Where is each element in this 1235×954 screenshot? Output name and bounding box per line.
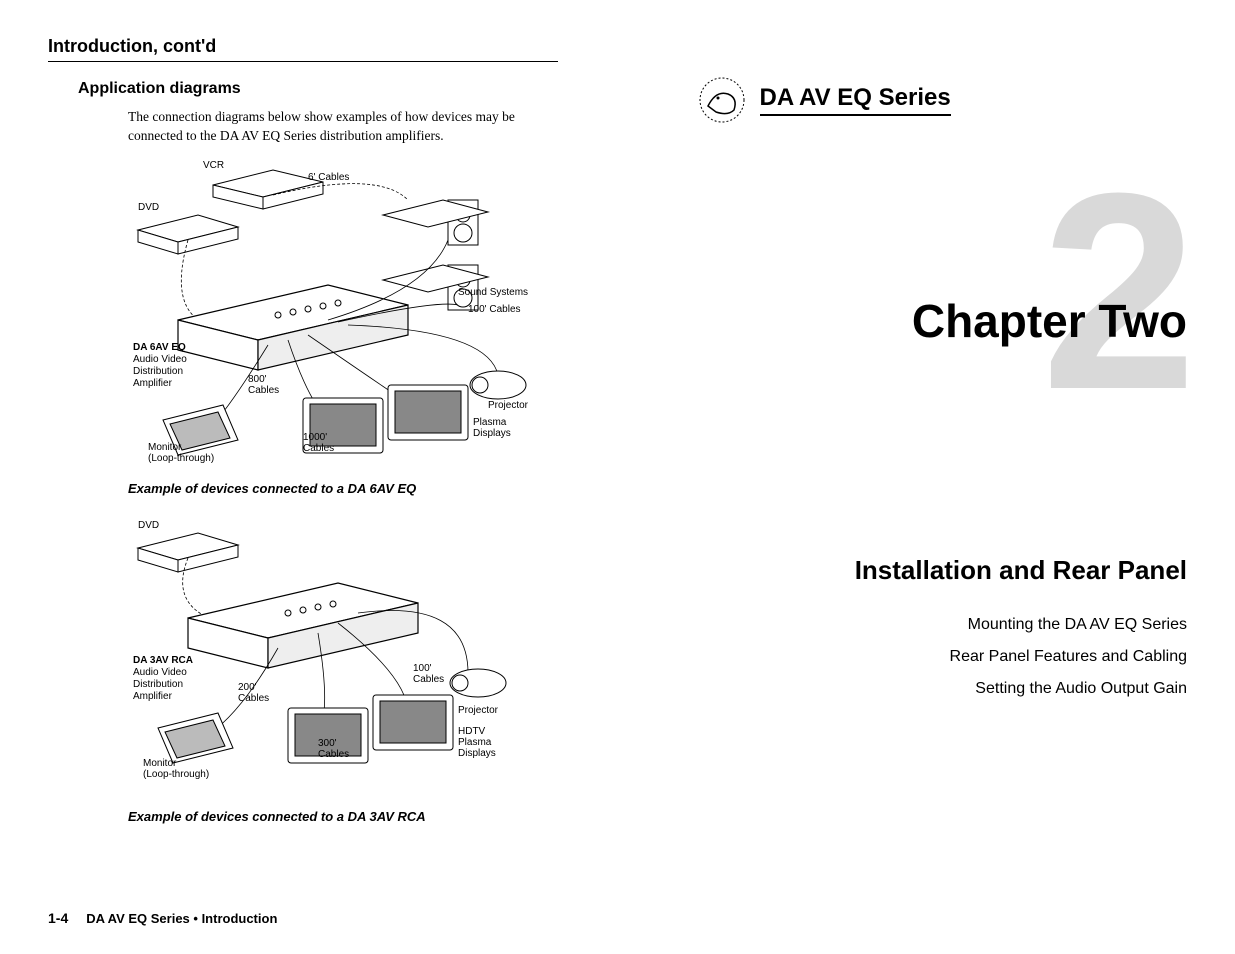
label-monitor1: Monitor: [148, 442, 182, 453]
label-da3av-l3: Amplifier: [133, 691, 173, 702]
label-projector2: Projector: [458, 705, 499, 716]
label-da6av-l2: Distribution: [133, 366, 183, 377]
label-da3av-l2: Distribution: [133, 679, 183, 690]
label-projector: Projector: [488, 400, 529, 411]
label-800-1: 800': [248, 374, 267, 385]
left-column: Application diagrams The connection diag…: [48, 80, 558, 824]
label-plasma2: Displays: [473, 428, 511, 439]
label-1000-2: Cables: [303, 443, 334, 454]
diagram-da3av: DVD DA 3AV RCA Audio Video Distribution …: [78, 518, 548, 803]
label-da3av-l1: Audio Video: [133, 667, 187, 678]
label-100-1: 100': [413, 663, 432, 674]
label-plasma2b: Displays: [458, 748, 496, 759]
caption-diagram1: Example of devices connected to a DA 6AV…: [128, 481, 548, 496]
label-hdtv: HDTV: [458, 726, 486, 737]
label-6cables: 6' Cables: [308, 172, 349, 183]
extron-logo-icon: [698, 76, 746, 124]
chapter-block: 2 Chapter Two: [678, 180, 1188, 348]
right-header: DA AV EQ Series: [698, 76, 1188, 124]
running-head: Introduction, cont'd: [48, 36, 558, 62]
label-800-2: Cables: [248, 385, 279, 396]
label-300-2: Cables: [318, 749, 349, 760]
toc-line: Rear Panel Features and Cabling: [678, 648, 1188, 666]
toc-line: Mounting the DA AV EQ Series: [678, 616, 1188, 634]
diagram-da6av-svg: DVD VCR 6' Cables: [128, 160, 548, 470]
left-page: Introduction, cont'd Application diagram…: [0, 0, 618, 954]
chapter-sub: Installation and Rear Panel Mounting the…: [678, 555, 1188, 712]
label-dvd: DVD: [138, 202, 159, 213]
label-da3av-bold: DA 3AV RCA: [133, 655, 193, 666]
series-title: DA AV EQ Series: [760, 84, 951, 116]
chapter-title: Chapter Two: [678, 294, 1188, 348]
footer-left: 1-4 DA AV EQ Series • Introduction: [48, 910, 578, 926]
label-dvd2: DVD: [138, 520, 159, 531]
label-plasma1: Plasma: [473, 417, 507, 428]
label-monitor2: (Loop-through): [148, 453, 214, 464]
diagram-da6av: DVD VCR 6' Cables: [78, 160, 548, 475]
chapter-big-number: 2: [678, 180, 1188, 404]
page-number: 1-4: [48, 910, 68, 926]
label-monitor1b: Monitor: [143, 758, 177, 769]
label-vcr: VCR: [203, 160, 224, 171]
label-1000-1: 1000': [303, 432, 327, 443]
label-200-1: 200': [238, 682, 257, 693]
subhead-application-diagrams: Application diagrams: [78, 80, 548, 98]
label-100-2: Cables: [413, 674, 444, 685]
label-da6av-bold: DA 6AV EQ: [133, 342, 186, 353]
label-200-2: Cables: [238, 693, 269, 704]
label-plasma1b: Plasma: [458, 737, 492, 748]
section-title: Installation and Rear Panel: [678, 555, 1188, 586]
diagram-da3av-svg: DVD DA 3AV RCA Audio Video Distribution …: [128, 518, 548, 798]
label-da6av-l3: Amplifier: [133, 378, 173, 389]
toc-line: Setting the Audio Output Gain: [678, 680, 1188, 698]
footer-title: DA AV EQ Series • Introduction: [86, 911, 277, 926]
label-monitor2b: (Loop-through): [143, 769, 209, 780]
caption-diagram2: Example of devices connected to a DA 3AV…: [128, 809, 548, 824]
label-da6av-l1: Audio Video: [133, 354, 187, 365]
label-300-1: 300': [318, 738, 337, 749]
label-100cables: 100' Cables: [468, 304, 521, 315]
label-sound-systems: Sound Systems: [458, 287, 528, 298]
body-paragraph: The connection diagrams below show examp…: [78, 108, 548, 146]
right-page: DA AV EQ Series 2 Chapter Two Installati…: [618, 0, 1235, 954]
